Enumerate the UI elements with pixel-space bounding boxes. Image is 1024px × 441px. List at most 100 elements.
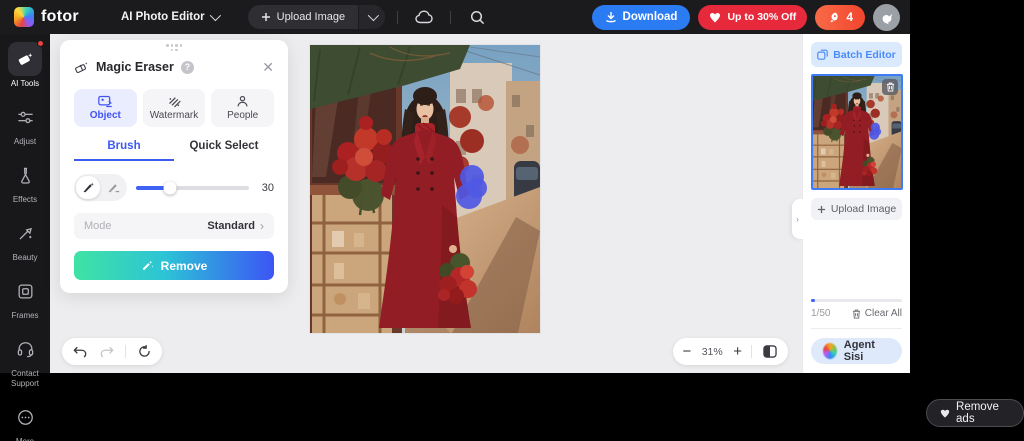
sidebar-item-beauty[interactable]: Beauty <box>0 216 50 263</box>
agent-area: Agent Sisi <box>811 329 902 373</box>
heart-gem-icon <box>710 12 721 22</box>
sidebar-item-label: Effects <box>12 195 38 204</box>
image-thumbnail-selected[interactable] <box>811 74 903 190</box>
agent-sisi-icon <box>823 343 837 359</box>
sidebar-item-ai-tools[interactable]: AI Tools <box>0 40 50 89</box>
tab-object-label: Object <box>89 110 121 121</box>
clear-all-button[interactable]: Clear All <box>852 308 902 319</box>
brush-size-slider[interactable] <box>136 181 249 194</box>
ai-tools-icon <box>8 40 44 76</box>
eraser-target-tabs: Object Watermark People <box>74 89 275 127</box>
brush-controls: 30 <box>74 174 274 201</box>
fotor-logo[interactable]: fotor <box>14 7 79 27</box>
credits-button[interactable]: 4 <box>815 4 865 30</box>
app-switcher-menu[interactable]: AI Photo Editor <box>120 9 221 23</box>
close-panel-button[interactable]: ✕ <box>262 60 274 74</box>
sidebar-item-adjust[interactable]: Adjust <box>0 100 50 147</box>
sidebar-item-label: More <box>1 437 49 441</box>
panel-collapse-handle[interactable]: › <box>792 199 803 239</box>
rocket-icon <box>830 12 838 22</box>
sidebar-item-more[interactable]: More <box>0 400 50 441</box>
usage-block: 1/50 Clear All Agent Sisi <box>811 299 902 373</box>
divider <box>751 345 752 358</box>
sidebar-item-effects[interactable]: Effects <box>0 158 50 205</box>
download-button[interactable]: Download <box>591 4 691 30</box>
delete-image-button[interactable] <box>882 79 898 95</box>
sidebar-item-label: Frames <box>11 311 39 320</box>
magic-wand-icon <box>142 260 154 271</box>
plus-icon <box>261 13 270 21</box>
brush-erase-button[interactable] <box>101 176 125 199</box>
upload-image-label: Upload Image <box>276 11 346 23</box>
cloud-save-button[interactable] <box>410 3 438 31</box>
tab-object[interactable]: Object <box>74 89 137 127</box>
image-list-panel: › Batch Editor Upload Image 1/50 Clear A… <box>792 34 910 373</box>
tab-quick-select[interactable]: Quick Select <box>174 140 274 161</box>
brush-size-value: 30 <box>261 181 274 194</box>
chevron-down-icon <box>209 9 221 22</box>
panel-header: Magic Eraser ? ✕ <box>74 57 274 77</box>
zoom-in-button[interactable]: + <box>733 344 742 359</box>
undo-button[interactable] <box>71 343 89 361</box>
divider <box>450 10 452 24</box>
mode-value: Standard <box>207 220 255 232</box>
panel-upload-image-button[interactable]: Upload Image <box>811 198 902 220</box>
remove-ads-button[interactable]: Remove ads <box>926 399 1024 427</box>
tab-brush[interactable]: Brush <box>74 140 174 161</box>
selection-mode-tabs: Brush Quick Select <box>74 140 274 161</box>
panel-upload-label: Upload Image <box>830 203 897 215</box>
remove-button[interactable]: Remove <box>74 251 274 280</box>
zoom-out-button[interactable]: − <box>682 344 691 359</box>
magic-eraser-icon <box>75 61 88 73</box>
app-window: fotor AI Photo Editor Upload Image Downl… <box>0 0 910 441</box>
tab-watermark[interactable]: Watermark <box>142 89 206 127</box>
search-button[interactable] <box>463 3 491 31</box>
redo-button[interactable] <box>98 343 116 361</box>
sidebar-item-frames[interactable]: Frames <box>0 274 50 321</box>
chevron-down-icon <box>367 9 380 22</box>
sidebar-item-contact-support[interactable]: Contact Support <box>0 332 50 389</box>
sidebar-item-label: Adjust <box>13 137 37 146</box>
credits-count: 4 <box>846 10 853 24</box>
fotor-logo-icon <box>14 7 34 27</box>
chevron-right-icon: › <box>260 219 264 233</box>
history-toolbar <box>62 338 162 365</box>
reset-button[interactable] <box>135 343 153 361</box>
tool-sidebar: AI Tools Adjust Effects Beauty Frames Co… <box>0 34 50 441</box>
screen: fotor AI Photo Editor Upload Image Downl… <box>0 0 1024 441</box>
compare-button[interactable] <box>761 343 779 361</box>
batch-editor-button[interactable]: Batch Editor <box>811 42 902 67</box>
brush-add-button[interactable] <box>76 176 100 199</box>
headset-icon <box>8 332 42 366</box>
sidebar-item-label: Beauty <box>12 253 38 262</box>
panel-title: Magic Eraser <box>96 60 174 74</box>
account-avatar[interactable] <box>873 3 900 31</box>
upload-image-button[interactable]: Upload Image <box>247 5 359 29</box>
usage-progress-bar <box>811 299 902 302</box>
cloud-icon <box>415 10 433 24</box>
upload-options-button[interactable] <box>359 5 386 29</box>
notification-dot <box>37 40 44 47</box>
agent-sisi-button[interactable]: Agent Sisi <box>811 338 902 364</box>
slider-thumb[interactable] <box>163 181 177 194</box>
trash-icon <box>852 309 860 318</box>
app-switcher-label: AI Photo Editor <box>120 11 205 23</box>
panel-drag-handle[interactable] <box>165 44 183 51</box>
agent-sisi-label: Agent Sisi <box>843 339 875 363</box>
mode-selector[interactable]: Mode Standard › <box>74 213 274 239</box>
magic-eraser-panel: Magic Eraser ? ✕ Object Watermark People… <box>60 40 288 293</box>
help-icon[interactable]: ? <box>180 60 194 74</box>
people-icon <box>237 95 248 107</box>
discount-offer-label: Up to 30% Off <box>727 11 797 23</box>
plus-icon <box>817 205 825 213</box>
batch-editor-label: Batch Editor <box>833 48 896 61</box>
discount-offer-button[interactable]: Up to 30% Off <box>698 4 808 30</box>
frames-icon <box>8 274 42 308</box>
beauty-icon <box>8 216 42 250</box>
working-image[interactable] <box>310 45 540 333</box>
brand-name: fotor <box>41 8 79 25</box>
batch-editor-icon <box>817 49 829 60</box>
remove-button-label: Remove <box>160 258 208 273</box>
object-icon <box>98 95 112 108</box>
tab-people[interactable]: People <box>211 89 275 127</box>
